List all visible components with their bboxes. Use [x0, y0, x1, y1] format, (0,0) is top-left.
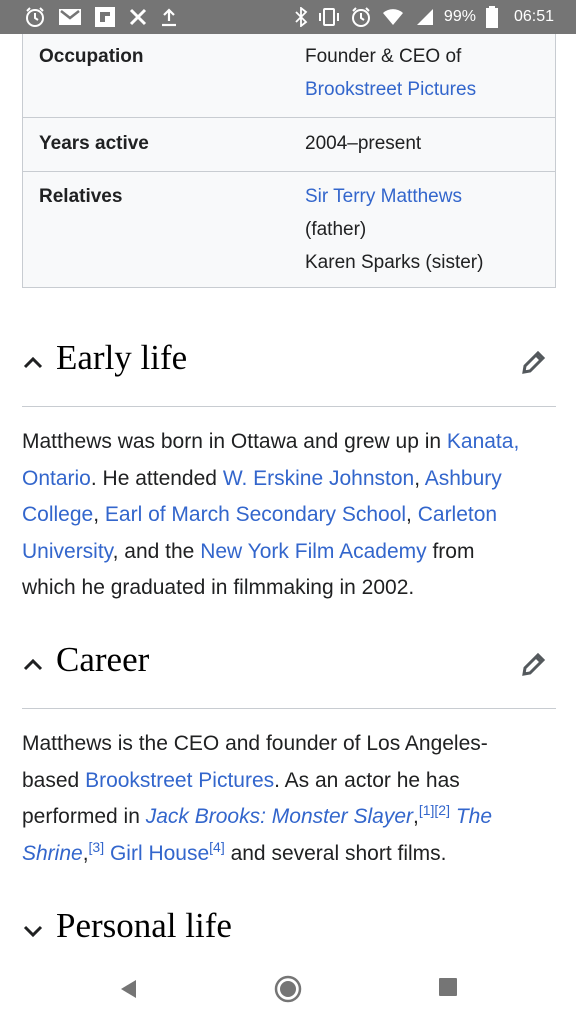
section-divider [22, 708, 556, 709]
upload-icon [160, 7, 178, 27]
relatives-label: Relatives [39, 186, 123, 207]
recents-button[interactable] [439, 978, 457, 996]
section-title-early-life: Early life [56, 338, 188, 377]
status-bar: 99% 06:51 [0, 0, 576, 34]
flipboard-icon [94, 6, 116, 28]
app-notification-icon [128, 7, 148, 27]
text: and several short films. [224, 841, 447, 865]
years-active-value: 2004–present [305, 133, 422, 154]
ontario-link[interactable]: Ontario [22, 467, 91, 490]
carleton-university-link[interactable]: Carleton [418, 503, 497, 526]
career-paragraph: Matthews is the CEO and founder of Los A… [22, 726, 556, 872]
relative1-note: (father) [305, 219, 367, 240]
section-title-career: Career [56, 640, 150, 679]
bluetooth-icon [294, 7, 308, 27]
section-early-life: Early life Matthews was born in Ottawa a… [22, 334, 556, 599]
early-life-paragraph: Matthews was born in Ottawa and grew up … [22, 424, 556, 607]
infobox-row-years-active: Years active 2004–present [23, 117, 555, 171]
chevron-up-icon[interactable] [22, 654, 44, 676]
erskine-johnston-link[interactable]: W. Erskine Johnston [223, 467, 414, 490]
carleton-university-link[interactable]: University [22, 540, 113, 563]
kanata-link[interactable]: Kanata, [447, 430, 519, 453]
text: based [22, 768, 86, 792]
reference-2-link[interactable]: [2] [434, 802, 450, 818]
clock: 06:51 [513, 8, 554, 25]
home-button[interactable] [274, 975, 302, 1003]
system-navigation-bar [0, 958, 576, 1024]
section-header-personal-life[interactable]: Personal life [22, 902, 556, 962]
girl-house-link[interactable]: Girl House [104, 842, 209, 865]
earl-of-march-link[interactable]: Earl of March Secondary School [105, 503, 406, 526]
section-divider [22, 406, 556, 407]
section-personal-life: Personal life [22, 902, 556, 962]
text: from [426, 539, 475, 563]
text: Matthews was born in Ottawa and grew up … [22, 430, 447, 453]
ashbury-college-link[interactable]: Ashbury [425, 467, 502, 490]
battery-percent: 99% [443, 8, 476, 25]
section-header-early-life[interactable]: Early life [22, 334, 556, 394]
section-career: Career Matthews is the CEO and founder o… [22, 636, 556, 865]
text: . He attended [90, 466, 223, 490]
infobox-row-occupation: Occupation Founder & CEO of Brookstreet … [23, 34, 555, 117]
chevron-up-icon[interactable] [22, 352, 44, 374]
vibrate-icon [318, 7, 340, 27]
edit-pencil-icon[interactable] [520, 650, 548, 678]
text: Matthews is the CEO and founder of Los A… [22, 732, 488, 755]
gmail-icon [58, 7, 82, 27]
back-button[interactable] [118, 978, 138, 1000]
wifi-icon [382, 8, 404, 26]
new-york-film-academy-link[interactable]: New York Film Academy [200, 540, 426, 563]
signal-icon [414, 8, 434, 26]
infobox-row-relatives: Relatives Sir Terry Matthews (father) Ka… [23, 171, 555, 288]
text: , and the [112, 539, 201, 563]
edit-pencil-icon[interactable] [520, 348, 548, 376]
relatives-value: Sir Terry Matthews (father) Karen Sparks… [305, 180, 483, 279]
section-title-personal-life: Personal life [56, 906, 232, 945]
reference-3-link[interactable]: [3] [89, 839, 105, 855]
text: performed in [22, 805, 146, 828]
text: . As an actor he has [274, 768, 460, 792]
section-header-career[interactable]: Career [22, 636, 556, 696]
brookstreet-pictures-link[interactable]: Brookstreet Pictures [85, 769, 274, 792]
text: , [93, 503, 105, 526]
occupation-text: Founder & CEO of [305, 46, 462, 67]
the-shrine-link[interactable]: Shrine [22, 842, 83, 865]
text: , [406, 503, 418, 526]
ashbury-college-link[interactable]: College [22, 503, 93, 526]
text: which he graduated in filmmaking in 2002… [22, 576, 415, 599]
the-shrine-link[interactable]: The [450, 805, 492, 828]
jack-brooks-link[interactable]: Jack Brooks: Monster Slayer [146, 805, 413, 828]
brookstreet-pictures-link[interactable]: Brookstreet Pictures [305, 79, 476, 100]
chevron-down-icon[interactable] [22, 920, 44, 942]
alarm-icon [350, 6, 372, 28]
infobox: Occupation Founder & CEO of Brookstreet … [22, 34, 556, 288]
reference-1-link[interactable]: [1] [419, 802, 435, 818]
battery-icon [485, 6, 498, 28]
alarm-icon [24, 6, 46, 28]
years-active-label: Years active [39, 133, 149, 154]
terry-matthews-link[interactable]: Sir Terry Matthews [305, 186, 462, 207]
relative2-text: Karen Sparks (sister) [305, 252, 484, 273]
text: , [414, 466, 425, 490]
occupation-label: Occupation [39, 46, 144, 67]
reference-4-link[interactable]: [4] [209, 839, 225, 855]
occupation-value: Founder & CEO of Brookstreet Pictures [305, 40, 476, 106]
